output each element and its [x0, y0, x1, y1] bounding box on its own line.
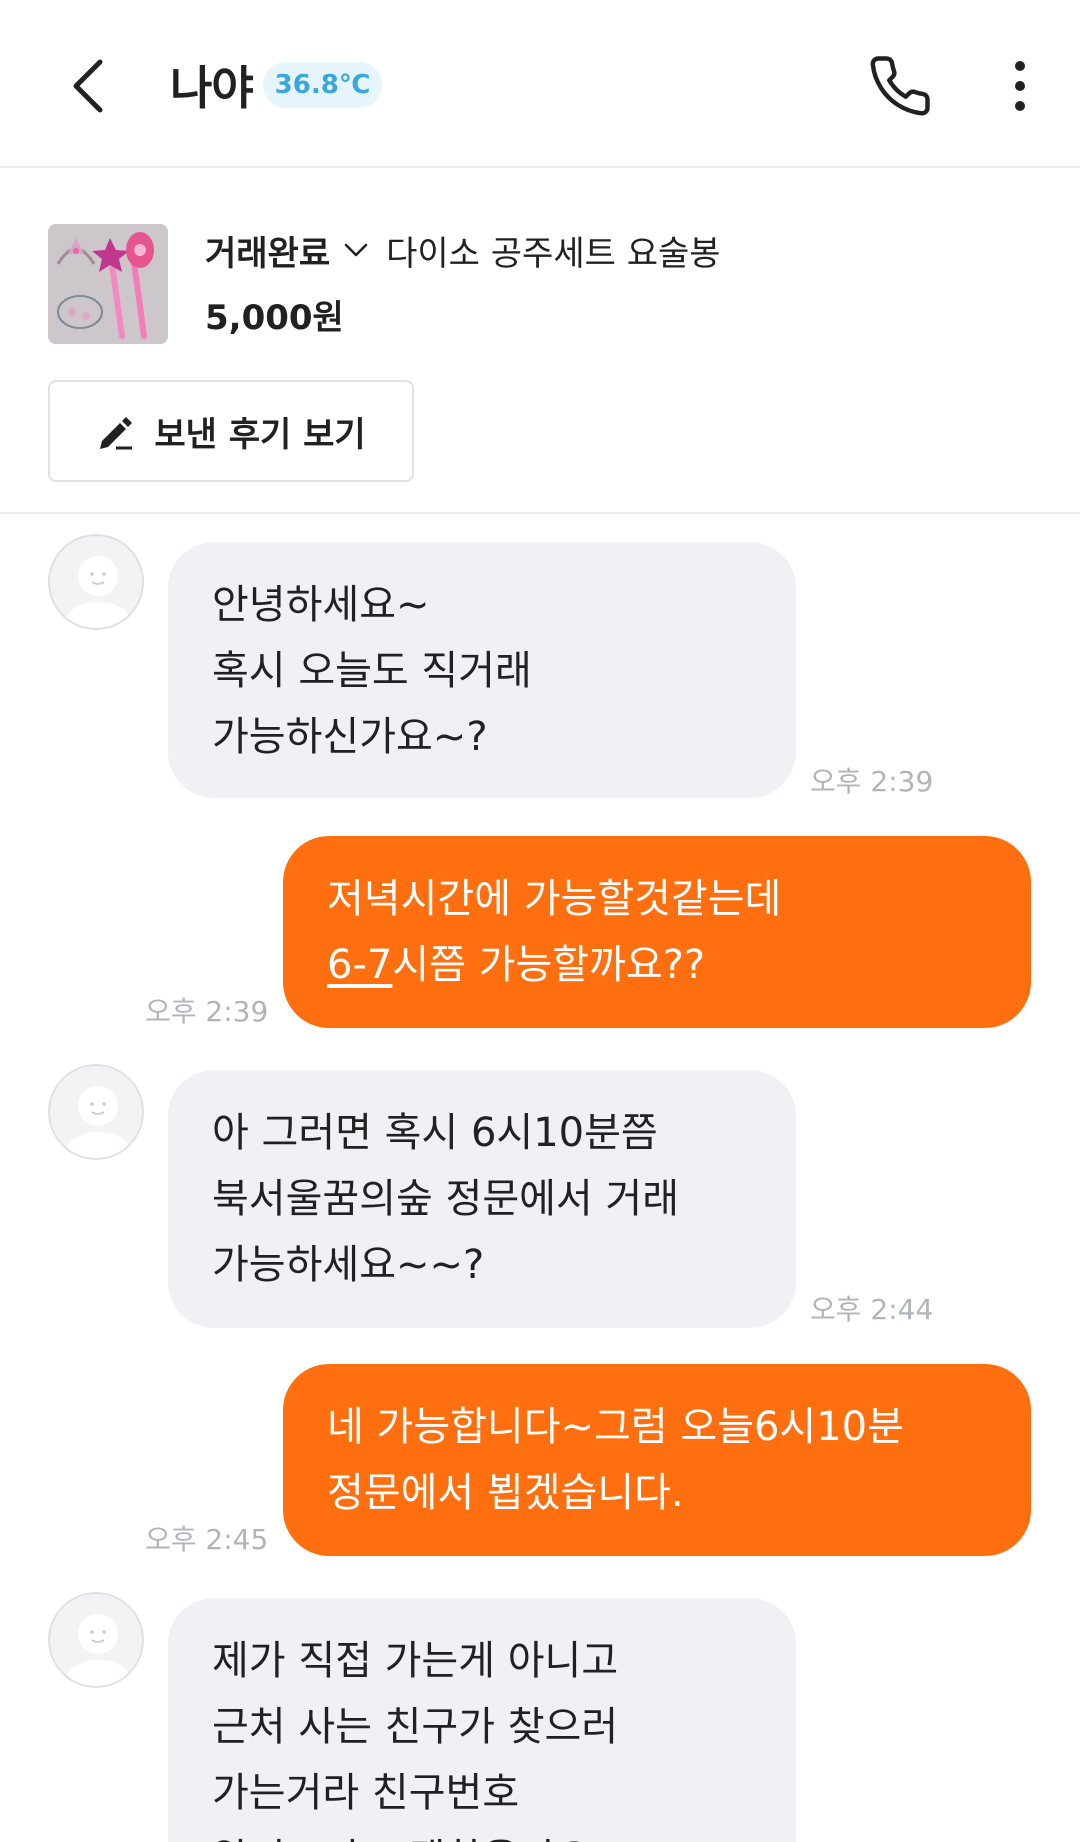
more-vertical-icon [1015, 61, 1025, 111]
product-title: 다이소 공주세트 요술봉 [386, 233, 721, 274]
partner-avatar[interactable] [48, 1592, 144, 1688]
chevron-left-icon [73, 59, 103, 113]
trade-status[interactable]: 거래완료 [205, 226, 330, 275]
chat-message-list[interactable]: 안녕하세요~ 혹시 오늘도 직거래 가능하신가요~? 오후 2:39 오후 2:… [0, 516, 1080, 1842]
message-bubble-incoming[interactable]: 제가 직접 가는게 아니고 근처 사는 친구가 찾으러 가는거라 친구번호 알려… [168, 1598, 796, 1842]
message-time: 오후 2:39 [145, 995, 269, 1028]
product-summary: 거래완료 다이소 공주세트 요술봉 5,000원 보낸 후기 보기 [0, 170, 1080, 514]
chat-header: 나야 36.8℃ [0, 0, 1080, 168]
more-options-button[interactable] [990, 46, 1050, 126]
message-bubble-outgoing[interactable]: 네 가능합니다~그럼 오늘6시10분 정문에서 뵙겠습니다. [283, 1364, 1031, 1556]
manner-temperature-badge: 36.8℃ [262, 62, 383, 108]
product-price: 5,000원 [205, 298, 344, 338]
product-thumbnail[interactable] [48, 224, 168, 344]
message-time: 오후 2:45 [145, 1523, 269, 1556]
partner-avatar[interactable] [48, 1064, 144, 1160]
phone-icon [870, 56, 930, 116]
message-time: 오후 2:39 [810, 765, 934, 798]
message-bubble-incoming[interactable]: 아 그러면 혹시 6시10분쯤 북서울꿈의숲 정문에서 거래 가능하세요~~? [168, 1070, 796, 1328]
message-text: 저녁시간에 가능할것같는데 [327, 876, 782, 922]
partner-avatar[interactable] [48, 534, 144, 630]
message-bubble-incoming[interactable]: 안녕하세요~ 혹시 오늘도 직거래 가능하신가요~? [168, 542, 796, 798]
view-sent-review-label: 보낸 후기 보기 [154, 414, 366, 455]
message-text: 시쯤 가능할까요?? [392, 942, 706, 988]
pencil-icon [96, 411, 136, 451]
back-button[interactable] [48, 46, 128, 126]
message-time: 오후 2:44 [810, 1293, 934, 1326]
chevron-down-icon[interactable] [344, 243, 368, 257]
partner-name: 나야 [170, 61, 254, 115]
message-bubble-outgoing[interactable]: 저녁시간에 가능할것같는데 6-7시쯤 가능할까요?? [283, 836, 1031, 1028]
trade-status-row[interactable]: 거래완료 다이소 공주세트 요술봉 [205, 220, 721, 280]
underlined-time-range: 6-7 [327, 942, 393, 988]
view-sent-review-button[interactable]: 보낸 후기 보기 [48, 380, 414, 482]
chat-title: 나야 36.8℃ [170, 50, 383, 120]
call-button[interactable] [860, 46, 940, 126]
